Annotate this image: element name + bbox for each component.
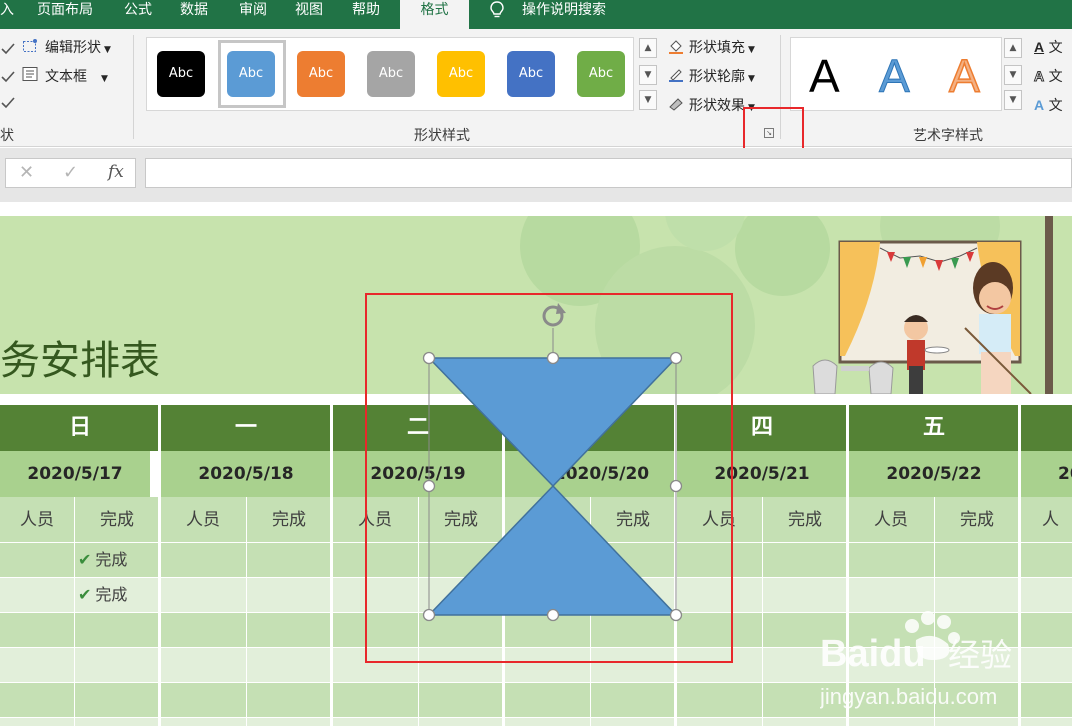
- wordart-scroll-up[interactable]: ▲: [1004, 38, 1022, 58]
- checkmark-icon: ✔: [78, 550, 92, 569]
- tab-help[interactable]: 帮助: [352, 0, 380, 29]
- text-box-button[interactable]: 文本框 ▼: [45, 66, 108, 86]
- style-swatch-blue[interactable]: Abc: [227, 51, 275, 97]
- shape-checkbox-icon[interactable]: [0, 69, 16, 85]
- tab-data[interactable]: 数据: [180, 0, 208, 29]
- grid-line: [74, 497, 75, 726]
- text-fill-button[interactable]: A 文: [1034, 37, 1063, 57]
- style-swatch-orange[interactable]: Abc: [297, 51, 345, 97]
- gallery-more-button[interactable]: ▼: [639, 90, 657, 110]
- date-header[interactable]: 20: [1020, 451, 1072, 497]
- formula-input[interactable]: [145, 158, 1072, 188]
- text-outline-button[interactable]: A 文: [1033, 66, 1062, 86]
- ribbon-tab-bar: 入 页面布局 公式 数据 审阅 视图 帮助 格式 操作说明搜索: [0, 0, 1072, 29]
- tab-format[interactable]: 格式: [400, 0, 469, 29]
- col-person[interactable]: 人员: [0, 497, 74, 543]
- gallery-scroll-down[interactable]: ▼: [639, 65, 657, 85]
- style-swatch-black[interactable]: Abc: [157, 51, 205, 97]
- wordart-scroll-down[interactable]: ▼: [1004, 65, 1022, 85]
- date-header[interactable]: 2020/5/18: [160, 451, 332, 497]
- shape-outline-button[interactable]: 形状轮廓 ▼: [689, 66, 755, 86]
- shape-styles-group-label: 形状样式: [414, 128, 470, 144]
- grid-line: [158, 405, 161, 726]
- shape-fill-button[interactable]: 形状填充 ▼: [689, 37, 755, 57]
- tell-me-search[interactable]: 操作说明搜索: [522, 0, 606, 29]
- pencil-outline-icon: [669, 69, 683, 82]
- highlight-box-shape: [365, 293, 733, 663]
- day-header-mon[interactable]: 一: [160, 405, 332, 451]
- svg-text:Baidu: Baidu: [820, 633, 926, 675]
- shape-styles-gallery: Abc Abc Abc Abc Abc Abc Abc: [146, 37, 634, 111]
- done-cell[interactable]: ✔ 完成: [78, 550, 127, 570]
- day-header-sat[interactable]: [1020, 405, 1072, 451]
- edit-shape-icon: [23, 39, 37, 52]
- formula-bar: ✕ ✓ fx: [0, 148, 1072, 202]
- gallery-scroll-up[interactable]: ▲: [639, 38, 657, 58]
- grid-line: [762, 497, 763, 726]
- shape-effects-icon: [669, 98, 683, 111]
- svg-text:jingyan.baidu.com: jingyan.baidu.com: [820, 684, 997, 709]
- paint-bucket-icon: [669, 40, 683, 54]
- date-header[interactable]: 2020/5/22: [848, 451, 1020, 497]
- cancel-icon[interactable]: ✕: [19, 162, 34, 183]
- group-divider: [133, 35, 134, 139]
- tab-view[interactable]: 视图: [295, 0, 323, 29]
- col-done[interactable]: 完成: [74, 497, 160, 543]
- style-swatch-green[interactable]: Abc: [577, 51, 625, 97]
- wordart-styles-gallery: A A A: [790, 37, 1002, 111]
- col-done[interactable]: 完成: [934, 497, 1020, 543]
- text-effects-button[interactable]: A 文: [1034, 95, 1063, 115]
- lightbulb-icon: [490, 1, 504, 18]
- wordart-group-label: 艺术字样式: [913, 128, 983, 144]
- day-header-fri[interactable]: 五: [848, 405, 1020, 451]
- tab-review[interactable]: 审阅: [239, 0, 267, 29]
- text-box-icon: [22, 67, 38, 81]
- wordart-black[interactable]: A: [809, 50, 840, 102]
- style-swatch-darkblue[interactable]: Abc: [507, 51, 555, 97]
- shape-checkbox-icon[interactable]: [0, 95, 16, 111]
- sheet-title: 务安排表: [0, 338, 160, 384]
- date-header[interactable]: 2020/5/17: [0, 451, 150, 497]
- style-swatch-gold[interactable]: Abc: [437, 51, 485, 97]
- tab-page-layout[interactable]: 页面布局: [37, 0, 93, 29]
- col-done[interactable]: 完成: [762, 497, 848, 543]
- edit-shape-button[interactable]: 编辑形状 ▼: [45, 37, 111, 57]
- wordart-blue[interactable]: A: [879, 50, 911, 103]
- enter-icon[interactable]: ✓: [63, 162, 78, 183]
- svg-text:经验: 经验: [948, 636, 1012, 674]
- col-person[interactable]: 人员: [848, 497, 934, 543]
- wordart-more-button[interactable]: ▼: [1004, 90, 1022, 110]
- done-cell[interactable]: ✔ 完成: [78, 585, 127, 605]
- day-header-sun[interactable]: 日: [0, 405, 160, 451]
- insert-shapes-group-label: 状: [0, 128, 14, 144]
- baidu-jingyan-watermark: Baidu 经验 jingyan.baidu.com: [820, 611, 1012, 709]
- grid-line: [246, 497, 247, 726]
- tab-formulas[interactable]: 公式: [124, 0, 152, 29]
- wordart-orange[interactable]: A: [948, 49, 980, 103]
- tab-insert-partial[interactable]: 入: [0, 0, 20, 29]
- style-swatch-gray[interactable]: Abc: [367, 51, 415, 97]
- shape-checkbox-icon[interactable]: [0, 41, 16, 57]
- col-person[interactable]: 人员: [160, 497, 246, 543]
- insert-function-icon[interactable]: fx: [108, 162, 124, 182]
- grid-line: [330, 405, 333, 726]
- ribbon-format: 编辑形状 ▼ 文本框 ▼ 状 Abc Abc Abc Abc Abc Abc Abc…: [0, 29, 1072, 147]
- checkmark-icon: ✔: [78, 585, 92, 604]
- col-done[interactable]: 完成: [246, 497, 332, 543]
- col-person[interactable]: 人员: [1020, 497, 1072, 576]
- cartoon-illustration: [812, 216, 1053, 394]
